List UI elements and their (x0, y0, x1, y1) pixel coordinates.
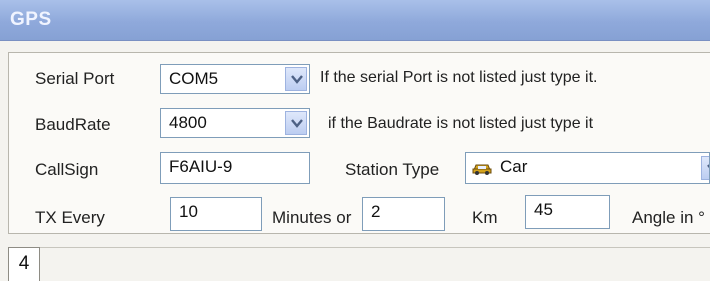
chevron-down-icon (291, 75, 303, 84)
baudrate-combo[interactable]: 4800 (160, 108, 310, 138)
serial-port-label: Serial Port (35, 69, 115, 88)
tx-every-label: TX Every (35, 208, 105, 227)
serial-port-hint: If the serial Port is not listed just ty… (320, 69, 598, 86)
chevron-down-icon (291, 119, 303, 128)
tx-angle-input[interactable]: 45 (525, 195, 610, 229)
serial-port-combo[interactable]: COM5 (160, 64, 310, 94)
callsign-input[interactable]: F6AIU-9 (160, 152, 310, 184)
title-bar: GPS (0, 0, 710, 41)
window-title: GPS (10, 9, 52, 30)
baudrate-label: BaudRate (35, 115, 111, 134)
callsign-label: CallSign (35, 160, 99, 179)
tx-km-input[interactable]: 2 (362, 197, 445, 231)
angle-label: Angle in ° (632, 208, 705, 227)
car-icon (472, 164, 492, 175)
tx-km-value: 2 (371, 202, 381, 221)
divider (40, 247, 710, 248)
station-type-label: Station Type (345, 160, 440, 179)
minutes-or-label: Minutes or (272, 208, 352, 227)
tx-minutes-input[interactable]: 10 (170, 197, 262, 231)
tx-minutes-value: 10 (179, 202, 198, 221)
km-label: Km (472, 208, 498, 227)
callsign-value: F6AIU-9 (169, 157, 233, 176)
station-type-dropdown-button[interactable] (701, 156, 709, 180)
station-type-value: Car (500, 157, 528, 176)
baudrate-hint: if the Baudrate is not listed just type … (328, 115, 594, 132)
station-type-combo[interactable]: Car (465, 152, 710, 184)
bottom-value: 4 (18, 253, 30, 274)
serial-port-dropdown-button[interactable] (285, 67, 307, 91)
bottom-value-box[interactable]: 4 (8, 247, 40, 281)
tx-angle-value: 45 (534, 200, 553, 219)
baudrate-dropdown-button[interactable] (285, 111, 307, 135)
serial-port-value: COM5 (169, 69, 219, 88)
baudrate-value: 4800 (169, 113, 207, 132)
